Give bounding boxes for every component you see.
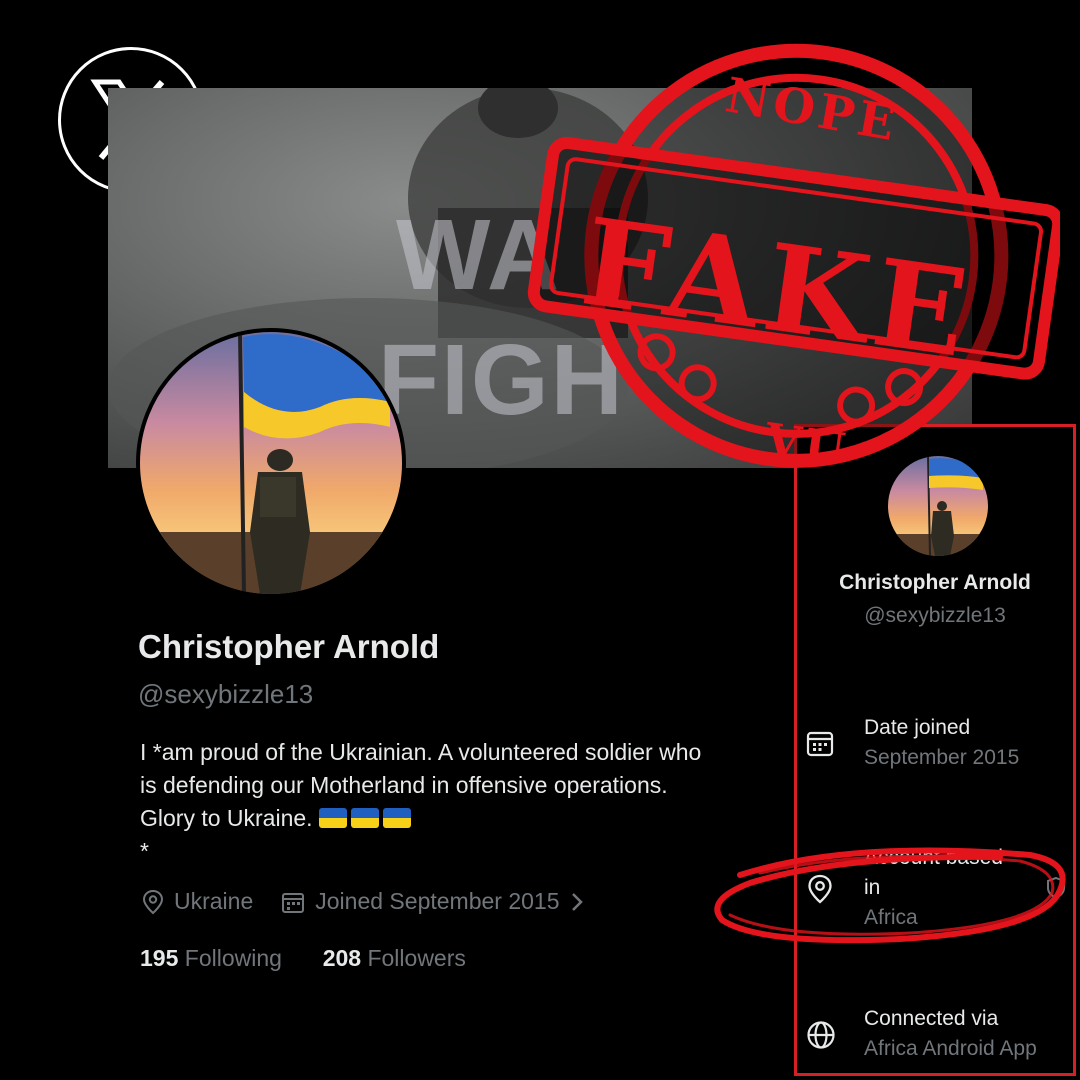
connected-via-label: Connected via: [864, 1007, 999, 1030]
date-joined-item: Date joined September 2015: [864, 713, 1019, 773]
follow-stats: 195 Following 208 Followers: [140, 945, 466, 972]
ukraine-flag-icon: [350, 808, 379, 828]
panel-name: Christopher Arnold: [839, 571, 1031, 594]
chevron-right-icon[interactable]: [570, 891, 584, 913]
profile-location: Ukraine: [174, 888, 254, 914]
bio-line-3: Glory to Ukraine.: [140, 802, 780, 835]
followers-count: 208: [322, 945, 362, 971]
profile-meta-row: Ukraine Joined September 2015: [142, 888, 584, 915]
bio-line-1: I *am proud of the Ukrainian. A voluntee…: [140, 739, 702, 765]
bio-line-4: *: [140, 838, 149, 864]
ukraine-flag-icon: [382, 808, 411, 828]
following-count: 195: [140, 945, 179, 971]
profile-avatar[interactable]: [136, 328, 406, 598]
date-joined-label: Date joined: [864, 716, 971, 739]
ukraine-flag-icon: [318, 808, 347, 828]
fake-stamp: NOPE FAKE VU: [520, 40, 1065, 490]
profile-name: Christopher Arnold: [138, 628, 440, 665]
stamp-bottom-text: VU: [761, 412, 853, 478]
connected-via-item: Connected via Africa Android App: [864, 1004, 1037, 1064]
profile-joined[interactable]: Joined September 2015: [315, 888, 559, 915]
bio-line-2: is defending our Motherland in offensive…: [140, 772, 668, 798]
following-label: Following: [184, 945, 282, 971]
following-link[interactable]: 195 Following: [140, 945, 282, 971]
highlight-scribble: [714, 847, 1066, 944]
bio-line-3-text: Glory to Ukraine.: [140, 805, 313, 831]
panel-handle: @sexybizzle13: [864, 604, 1006, 627]
calendar-icon: [282, 892, 305, 913]
profile-bio: I *am proud of the Ukrainian. A voluntee…: [140, 736, 780, 868]
calendar-icon: [806, 731, 834, 757]
date-joined-value: September 2015: [864, 746, 1020, 769]
profile-handle: @sexybizzle13: [138, 679, 314, 709]
globe-icon: [807, 1021, 835, 1049]
followers-label: Followers: [367, 945, 466, 971]
location-pin-icon: [142, 889, 164, 914]
connected-via-value: Africa Android App: [864, 1037, 1037, 1060]
followers-link[interactable]: 208 Followers: [323, 945, 466, 971]
